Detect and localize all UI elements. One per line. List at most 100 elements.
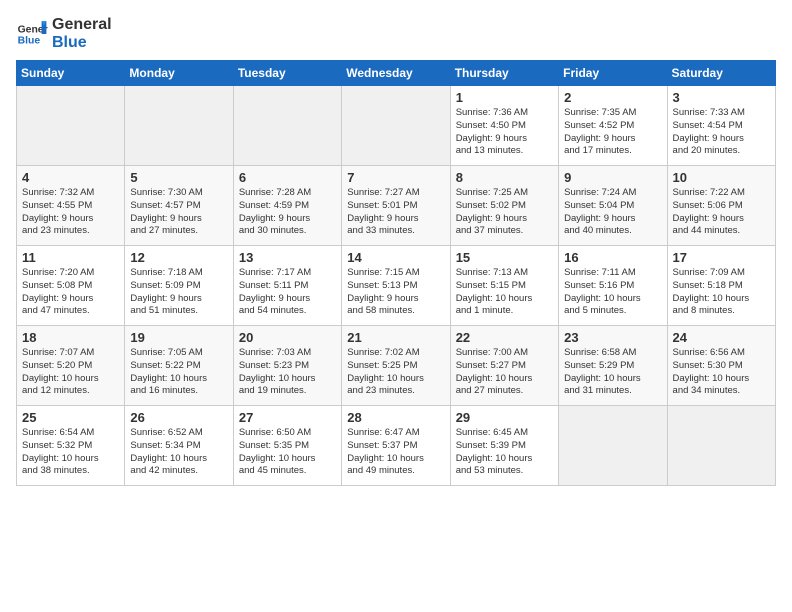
calendar-cell: 21Sunrise: 7:02 AM Sunset: 5:25 PM Dayli… (342, 326, 450, 406)
calendar-cell: 6Sunrise: 7:28 AM Sunset: 4:59 PM Daylig… (233, 166, 341, 246)
cell-info: Sunrise: 7:24 AM Sunset: 5:04 PM Dayligh… (564, 187, 661, 238)
calendar-cell: 20 Sunrise: 7:03 AM Sunset: 5:23 PM Dayli… (233, 326, 341, 406)
weekday-header-friday: Friday (559, 61, 667, 86)
day-number: 22 (456, 330, 553, 345)
logo-icon: General Blue (16, 18, 48, 50)
calendar-cell (342, 86, 450, 166)
calendar-cell: 14Sunrise: 7:15 AM Sunset: 5:13 PM Dayli… (342, 246, 450, 326)
calendar-cell: 2 Sunrise: 7:35 AM Sunset: 4:52 PM Daylig… (559, 86, 667, 166)
day-number: 16 (564, 250, 661, 265)
cell-info: Sunrise: 7:18 AM Sunset: 5:09 PM Dayligh… (130, 267, 227, 318)
day-number: 4 (22, 170, 119, 185)
day-number: 3 (673, 90, 770, 105)
calendar-cell (667, 406, 775, 486)
cell-info: Sunrise: 7:11 AM Sunset: 5:16 PM Dayligh… (564, 267, 661, 318)
day-number: 17 (673, 250, 770, 265)
calendar-cell: 29 Sunrise: 6:45 AM Sunset: 5:39 PM Dayli… (450, 406, 558, 486)
calendar-cell: 28 Sunrise: 6:47 AM Sunset: 5:37 PM Dayli… (342, 406, 450, 486)
day-number: 18 (22, 330, 119, 345)
calendar-cell: 25Sunrise: 6:54 AM Sunset: 5:32 PM Dayli… (17, 406, 125, 486)
cell-info: Sunrise: 7:36 AM Sunset: 4:50 PM Dayligh… (456, 107, 553, 158)
calendar-week-2: 4 Sunrise: 7:32 AM Sunset: 4:55 PM Daylig… (17, 166, 776, 246)
cell-info: Sunrise: 7:03 AM Sunset: 5:23 PM Dayligh… (239, 347, 336, 398)
day-number: 5 (130, 170, 227, 185)
day-number: 15 (456, 250, 553, 265)
calendar-cell: 17 Sunrise: 7:09 AM Sunset: 5:18 PM Dayli… (667, 246, 775, 326)
weekday-header-monday: Monday (125, 61, 233, 86)
calendar-cell (559, 406, 667, 486)
calendar-table: SundayMondayTuesdayWednesdayThursdayFrid… (16, 60, 776, 486)
calendar-cell: 7Sunrise: 7:27 AM Sunset: 5:01 PM Daylig… (342, 166, 450, 246)
weekday-header-wednesday: Wednesday (342, 61, 450, 86)
day-number: 24 (673, 330, 770, 345)
calendar-cell: 27 Sunrise: 6:50 AM Sunset: 5:35 PM Dayli… (233, 406, 341, 486)
calendar-cell: 19 Sunrise: 7:05 AM Sunset: 5:22 PM Dayli… (125, 326, 233, 406)
logo: General Blue General Blue (16, 16, 112, 52)
calendar-cell: 24Sunrise: 6:56 AM Sunset: 5:30 PM Dayli… (667, 326, 775, 406)
calendar-cell (233, 86, 341, 166)
calendar-week-5: 25Sunrise: 6:54 AM Sunset: 5:32 PM Dayli… (17, 406, 776, 486)
day-number: 2 (564, 90, 661, 105)
calendar-cell: 13 Sunrise: 7:17 AM Sunset: 5:11 PM Dayli… (233, 246, 341, 326)
calendar-cell: 1 Sunrise: 7:36 AM Sunset: 4:50 PM Daylig… (450, 86, 558, 166)
cell-info: Sunrise: 6:50 AM Sunset: 5:35 PM Dayligh… (239, 427, 336, 478)
calendar-week-4: 18Sunrise: 7:07 AM Sunset: 5:20 PM Dayli… (17, 326, 776, 406)
day-number: 8 (456, 170, 553, 185)
calendar-cell: 8 Sunrise: 7:25 AM Sunset: 5:02 PM Daylig… (450, 166, 558, 246)
calendar-week-1: 1 Sunrise: 7:36 AM Sunset: 4:50 PM Daylig… (17, 86, 776, 166)
cell-info: Sunrise: 7:28 AM Sunset: 4:59 PM Dayligh… (239, 187, 336, 238)
cell-info: Sunrise: 6:47 AM Sunset: 5:37 PM Dayligh… (347, 427, 444, 478)
day-number: 1 (456, 90, 553, 105)
day-number: 23 (564, 330, 661, 345)
cell-info: Sunrise: 7:05 AM Sunset: 5:22 PM Dayligh… (130, 347, 227, 398)
weekday-header-saturday: Saturday (667, 61, 775, 86)
day-number: 21 (347, 330, 444, 345)
day-number: 9 (564, 170, 661, 185)
cell-info: Sunrise: 7:15 AM Sunset: 5:13 PM Dayligh… (347, 267, 444, 318)
calendar-cell (17, 86, 125, 166)
calendar-cell: 11Sunrise: 7:20 AM Sunset: 5:08 PM Dayli… (17, 246, 125, 326)
cell-info: Sunrise: 7:13 AM Sunset: 5:15 PM Dayligh… (456, 267, 553, 318)
calendar-cell: 16 Sunrise: 7:11 AM Sunset: 5:16 PM Dayli… (559, 246, 667, 326)
calendar-cell: 5 Sunrise: 7:30 AM Sunset: 4:57 PM Daylig… (125, 166, 233, 246)
calendar-cell: 26Sunrise: 6:52 AM Sunset: 5:34 PM Dayli… (125, 406, 233, 486)
calendar-cell: 3 Sunrise: 7:33 AM Sunset: 4:54 PM Daylig… (667, 86, 775, 166)
cell-info: Sunrise: 6:52 AM Sunset: 5:34 PM Dayligh… (130, 427, 227, 478)
logo-blue: Blue (52, 34, 112, 52)
cell-info: Sunrise: 7:17 AM Sunset: 5:11 PM Dayligh… (239, 267, 336, 318)
cell-info: Sunrise: 7:33 AM Sunset: 4:54 PM Dayligh… (673, 107, 770, 158)
day-number: 7 (347, 170, 444, 185)
cell-info: Sunrise: 7:35 AM Sunset: 4:52 PM Dayligh… (564, 107, 661, 158)
cell-info: Sunrise: 7:22 AM Sunset: 5:06 PM Dayligh… (673, 187, 770, 238)
calendar-week-3: 11Sunrise: 7:20 AM Sunset: 5:08 PM Dayli… (17, 246, 776, 326)
logo-general: General (52, 16, 112, 34)
calendar-cell: 23 Sunrise: 6:58 AM Sunset: 5:29 PM Dayli… (559, 326, 667, 406)
weekday-header-thursday: Thursday (450, 61, 558, 86)
day-number: 20 (239, 330, 336, 345)
day-number: 28 (347, 410, 444, 425)
calendar-cell: 10 Sunrise: 7:22 AM Sunset: 5:06 PM Dayli… (667, 166, 775, 246)
calendar-cell: 4 Sunrise: 7:32 AM Sunset: 4:55 PM Daylig… (17, 166, 125, 246)
day-number: 29 (456, 410, 553, 425)
cell-info: Sunrise: 7:20 AM Sunset: 5:08 PM Dayligh… (22, 267, 119, 318)
cell-info: Sunrise: 7:00 AM Sunset: 5:27 PM Dayligh… (456, 347, 553, 398)
weekday-header-row: SundayMondayTuesdayWednesdayThursdayFrid… (17, 61, 776, 86)
day-number: 10 (673, 170, 770, 185)
day-number: 12 (130, 250, 227, 265)
day-number: 13 (239, 250, 336, 265)
cell-info: Sunrise: 7:32 AM Sunset: 4:55 PM Dayligh… (22, 187, 119, 238)
cell-info: Sunrise: 7:09 AM Sunset: 5:18 PM Dayligh… (673, 267, 770, 318)
day-number: 25 (22, 410, 119, 425)
day-number: 27 (239, 410, 336, 425)
calendar-cell: 12 Sunrise: 7:18 AM Sunset: 5:09 PM Dayli… (125, 246, 233, 326)
weekday-header-sunday: Sunday (17, 61, 125, 86)
day-number: 19 (130, 330, 227, 345)
page-header: General Blue General Blue (16, 16, 776, 52)
cell-info: Sunrise: 7:25 AM Sunset: 5:02 PM Dayligh… (456, 187, 553, 238)
cell-info: Sunrise: 7:30 AM Sunset: 4:57 PM Dayligh… (130, 187, 227, 238)
cell-info: Sunrise: 6:58 AM Sunset: 5:29 PM Dayligh… (564, 347, 661, 398)
calendar-cell: 18Sunrise: 7:07 AM Sunset: 5:20 PM Dayli… (17, 326, 125, 406)
weekday-header-tuesday: Tuesday (233, 61, 341, 86)
cell-info: Sunrise: 6:45 AM Sunset: 5:39 PM Dayligh… (456, 427, 553, 478)
calendar-cell (125, 86, 233, 166)
